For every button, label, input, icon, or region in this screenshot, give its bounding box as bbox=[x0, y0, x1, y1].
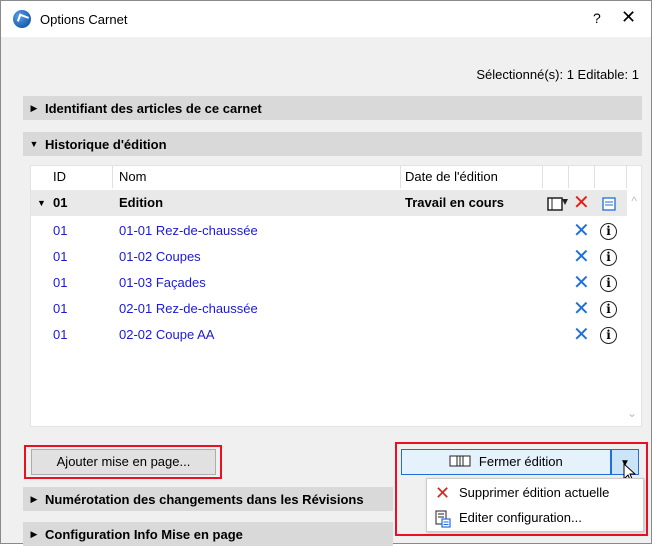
menu-item-delete-edition[interactable]: ✕ Supprimer édition actuelle bbox=[427, 481, 643, 505]
close-edition-icon bbox=[449, 451, 471, 475]
archicad-app-icon bbox=[13, 10, 31, 28]
expand-right-icon: ▶ bbox=[30, 528, 38, 539]
group-row-edition[interactable]: ▼ 01 Edition Travail en cours ✕ bbox=[31, 190, 627, 216]
layout-book-icon[interactable] bbox=[547, 190, 569, 216]
row-id: 01 bbox=[53, 223, 68, 238]
remove-icon[interactable]: ✕ bbox=[573, 296, 590, 322]
section-numerotation[interactable]: ▶ Numérotation des changements dans les … bbox=[23, 487, 393, 511]
menu-item-edit-config[interactable]: Editer configuration... bbox=[427, 506, 643, 530]
row-id: 01 bbox=[53, 327, 68, 342]
edition-history-table: ID Nom Date de l'édition ▼ 01 Edition Tr… bbox=[30, 165, 642, 427]
info-icon[interactable]: i bbox=[600, 270, 617, 296]
section-configuration[interactable]: ▶ Configuration Info Mise en page bbox=[23, 522, 393, 546]
collapse-down-icon: ▼ bbox=[29, 139, 39, 149]
section-configuration-label: Configuration Info Mise en page bbox=[45, 526, 243, 542]
info-icon[interactable]: i bbox=[600, 218, 617, 244]
scroll-up-icon[interactable]: ^ bbox=[631, 194, 637, 208]
close-edition-button[interactable]: Fermer édition bbox=[401, 449, 611, 475]
info-icon[interactable]: i bbox=[600, 244, 617, 270]
column-header-blank-3 bbox=[595, 166, 627, 188]
info-icon[interactable]: i bbox=[600, 322, 617, 348]
row-id: 01 bbox=[53, 249, 68, 264]
row-id: 01 bbox=[53, 275, 68, 290]
menu-item-delete-label: Supprimer édition actuelle bbox=[459, 485, 610, 500]
menu-item-edit-config-label: Editer configuration... bbox=[459, 510, 582, 525]
title-bar: Options Carnet ? ✕ bbox=[1, 1, 651, 37]
table-row[interactable]: 01 01-03 Façades ✕ i bbox=[31, 270, 627, 296]
expand-right-icon: ▶ bbox=[30, 102, 38, 113]
expand-right-icon: ▶ bbox=[30, 493, 38, 504]
column-header-nom[interactable]: Nom bbox=[113, 166, 401, 188]
remove-icon[interactable]: ✕ bbox=[573, 270, 590, 296]
section-identifiant-label: Identifiant des articles de ce carnet bbox=[45, 100, 262, 116]
row-id: 01 bbox=[53, 301, 68, 316]
row-name[interactable]: 02-01 Rez-de-chaussée bbox=[119, 296, 258, 322]
remove-icon[interactable]: ✕ bbox=[573, 218, 590, 244]
column-header-date[interactable]: Date de l'édition bbox=[401, 166, 543, 188]
column-header-blank-1 bbox=[543, 166, 569, 188]
close-button[interactable]: ✕ bbox=[621, 7, 636, 28]
table-row[interactable]: 01 01-02 Coupes ✕ i bbox=[31, 244, 627, 270]
group-name: Edition bbox=[119, 195, 164, 210]
row-name[interactable]: 01-01 Rez-de-chaussée bbox=[119, 218, 258, 244]
table-row[interactable]: 01 01-01 Rez-de-chaussée ✕ i bbox=[31, 218, 627, 244]
info-icon[interactable]: i bbox=[600, 296, 617, 322]
add-layout-button[interactable]: Ajouter mise en page... bbox=[31, 449, 216, 475]
remove-icon[interactable]: ✕ bbox=[573, 322, 590, 348]
delete-icon: ✕ bbox=[435, 483, 451, 503]
section-historique-label: Historique d'édition bbox=[45, 136, 167, 152]
window-title: Options Carnet bbox=[40, 11, 128, 27]
group-date: Travail en cours bbox=[405, 195, 504, 210]
options-carnet-dialog: Options Carnet ? ✕ Sélectionné(s): 1 Edi… bbox=[0, 0, 652, 546]
help-button[interactable]: ? bbox=[593, 10, 601, 26]
remove-icon[interactable]: ✕ bbox=[573, 244, 590, 270]
column-header-id[interactable]: ID bbox=[31, 166, 113, 188]
row-name[interactable]: 01-02 Coupes bbox=[119, 244, 201, 270]
row-name[interactable]: 01-03 Façades bbox=[119, 270, 206, 296]
group-id: 01 bbox=[53, 195, 68, 210]
column-header-blank-2 bbox=[569, 166, 595, 188]
close-edition-menu: ✕ Supprimer édition actuelle Editer conf… bbox=[426, 478, 644, 532]
section-historique[interactable]: ▼ Historique d'édition bbox=[23, 132, 642, 156]
row-name[interactable]: 02-02 Coupe AA bbox=[119, 322, 214, 348]
section-numerotation-label: Numérotation des changements dans les Ré… bbox=[45, 491, 364, 507]
properties-icon[interactable] bbox=[602, 190, 616, 216]
close-edition-label: Fermer édition bbox=[478, 454, 563, 469]
collapse-down-icon[interactable]: ▼ bbox=[37, 190, 46, 216]
delete-edition-icon[interactable]: ✕ bbox=[573, 190, 590, 216]
section-identifiant[interactable]: ▶ Identifiant des articles de ce carnet bbox=[23, 96, 642, 120]
table-row[interactable]: 01 02-02 Coupe AA ✕ i bbox=[31, 322, 627, 348]
selection-info: Sélectionné(s): 1 Editable: 1 bbox=[476, 67, 639, 82]
scroll-down-icon[interactable]: ⌄ bbox=[627, 406, 637, 420]
config-icon bbox=[435, 506, 451, 530]
table-row[interactable]: 01 02-01 Rez-de-chaussée ✕ i bbox=[31, 296, 627, 322]
